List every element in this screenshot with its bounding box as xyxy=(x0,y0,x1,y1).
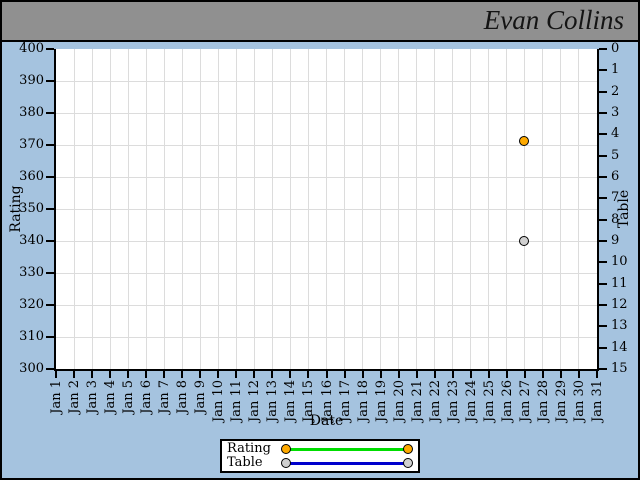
y-axis-tick xyxy=(599,325,607,328)
y-axis-tick xyxy=(46,48,54,50)
x-axis-tick xyxy=(199,371,202,378)
plot-area xyxy=(54,49,599,371)
x-axis-tick xyxy=(559,371,562,378)
y-axis-tick xyxy=(599,368,607,370)
x-axis-tick xyxy=(91,371,94,378)
y-axis-tick xyxy=(599,154,607,157)
gridline xyxy=(56,272,597,274)
gridline xyxy=(56,304,597,306)
legend-label: Table xyxy=(227,455,263,470)
x-axis-tick xyxy=(487,371,490,378)
x-axis-tick xyxy=(397,371,400,378)
y-axis-tick xyxy=(599,346,607,349)
gridline xyxy=(56,144,597,146)
legend-marker-icon xyxy=(281,458,291,468)
legend-marker-icon xyxy=(403,458,413,468)
x-axis-tick xyxy=(379,371,382,378)
y-axis-label-right: Table xyxy=(616,189,632,229)
x-axis-label: Date xyxy=(309,413,344,429)
gridline xyxy=(56,176,597,178)
x-axis-tick xyxy=(325,371,328,378)
y-axis-tick xyxy=(599,69,607,72)
gridline xyxy=(56,240,597,242)
y-axis-tick xyxy=(46,272,54,274)
y-axis-tick xyxy=(599,90,607,93)
x-axis-tick xyxy=(307,371,310,378)
x-axis-tick xyxy=(541,371,544,378)
x-axis-tick xyxy=(596,371,598,378)
player-name-title: Evan Collins xyxy=(483,5,624,35)
y-axis-tick xyxy=(46,336,54,338)
x-axis-tick xyxy=(145,371,148,378)
y-axis-tick xyxy=(46,304,54,306)
x-axis-tick xyxy=(433,371,436,378)
gridline xyxy=(56,112,597,114)
x-axis-tick xyxy=(55,371,57,378)
y-axis-tick xyxy=(599,112,607,114)
x-axis-tick xyxy=(451,371,454,378)
y-axis-tick xyxy=(46,240,54,242)
y-axis-tick xyxy=(599,240,607,242)
gridline xyxy=(56,208,597,210)
y-axis-tick xyxy=(599,304,607,306)
y-axis-tick xyxy=(46,176,54,178)
gridline xyxy=(56,80,597,82)
x-axis-tick xyxy=(109,371,112,378)
x-axis-tick xyxy=(505,371,508,378)
x-axis-tick xyxy=(289,371,292,378)
page-frame: Evan Collins 400 390 380 370 360 350 340 330 320… xyxy=(0,0,640,480)
x-axis-tick xyxy=(343,371,346,378)
legend-marker-icon xyxy=(403,444,413,454)
header-bar: Evan Collins xyxy=(2,2,638,42)
x-axis-tick xyxy=(271,371,274,378)
x-axis-tick xyxy=(577,371,580,378)
y-axis-tick xyxy=(599,218,607,221)
legend-item: Table xyxy=(227,456,413,470)
x-axis-tick xyxy=(235,371,238,378)
chart-region: 400 390 380 370 360 350 340 330 320 310 300 0 1 2 3 4 5 6… xyxy=(2,41,638,478)
y-axis-tick xyxy=(599,133,607,136)
x-axis-tick xyxy=(523,371,526,378)
legend: Rating Table xyxy=(220,439,420,473)
y-axis-tick xyxy=(599,48,607,50)
x-axis-tick xyxy=(217,371,220,378)
x-axis-tick xyxy=(181,371,184,378)
y-axis-tick xyxy=(599,176,607,178)
data-point-table xyxy=(519,235,530,246)
legend-line xyxy=(289,461,405,465)
y-axis-tick xyxy=(599,282,607,285)
y-axis-tick xyxy=(46,112,54,114)
y-axis-tick xyxy=(46,144,54,146)
x-axis-tick xyxy=(73,371,76,378)
x-axis-tick xyxy=(361,371,364,378)
legend-line xyxy=(289,447,405,451)
x-axis-tick xyxy=(415,371,418,378)
legend-marker-icon xyxy=(281,444,291,454)
y-axis-tick xyxy=(46,208,54,210)
x-axis-tick xyxy=(163,371,166,378)
x-axis-tick xyxy=(253,371,256,378)
x-axis-tick xyxy=(127,371,130,378)
legend-item: Rating xyxy=(227,442,413,456)
gridline xyxy=(56,336,597,338)
y-axis-tick xyxy=(599,261,607,264)
y-axis-label-left: Rating xyxy=(8,185,24,233)
x-axis-tick xyxy=(469,371,472,378)
y-axis-tick xyxy=(599,197,607,200)
legend-label: Rating xyxy=(227,441,271,456)
y-axis-tick xyxy=(46,80,54,82)
y-axis-tick xyxy=(46,368,54,370)
